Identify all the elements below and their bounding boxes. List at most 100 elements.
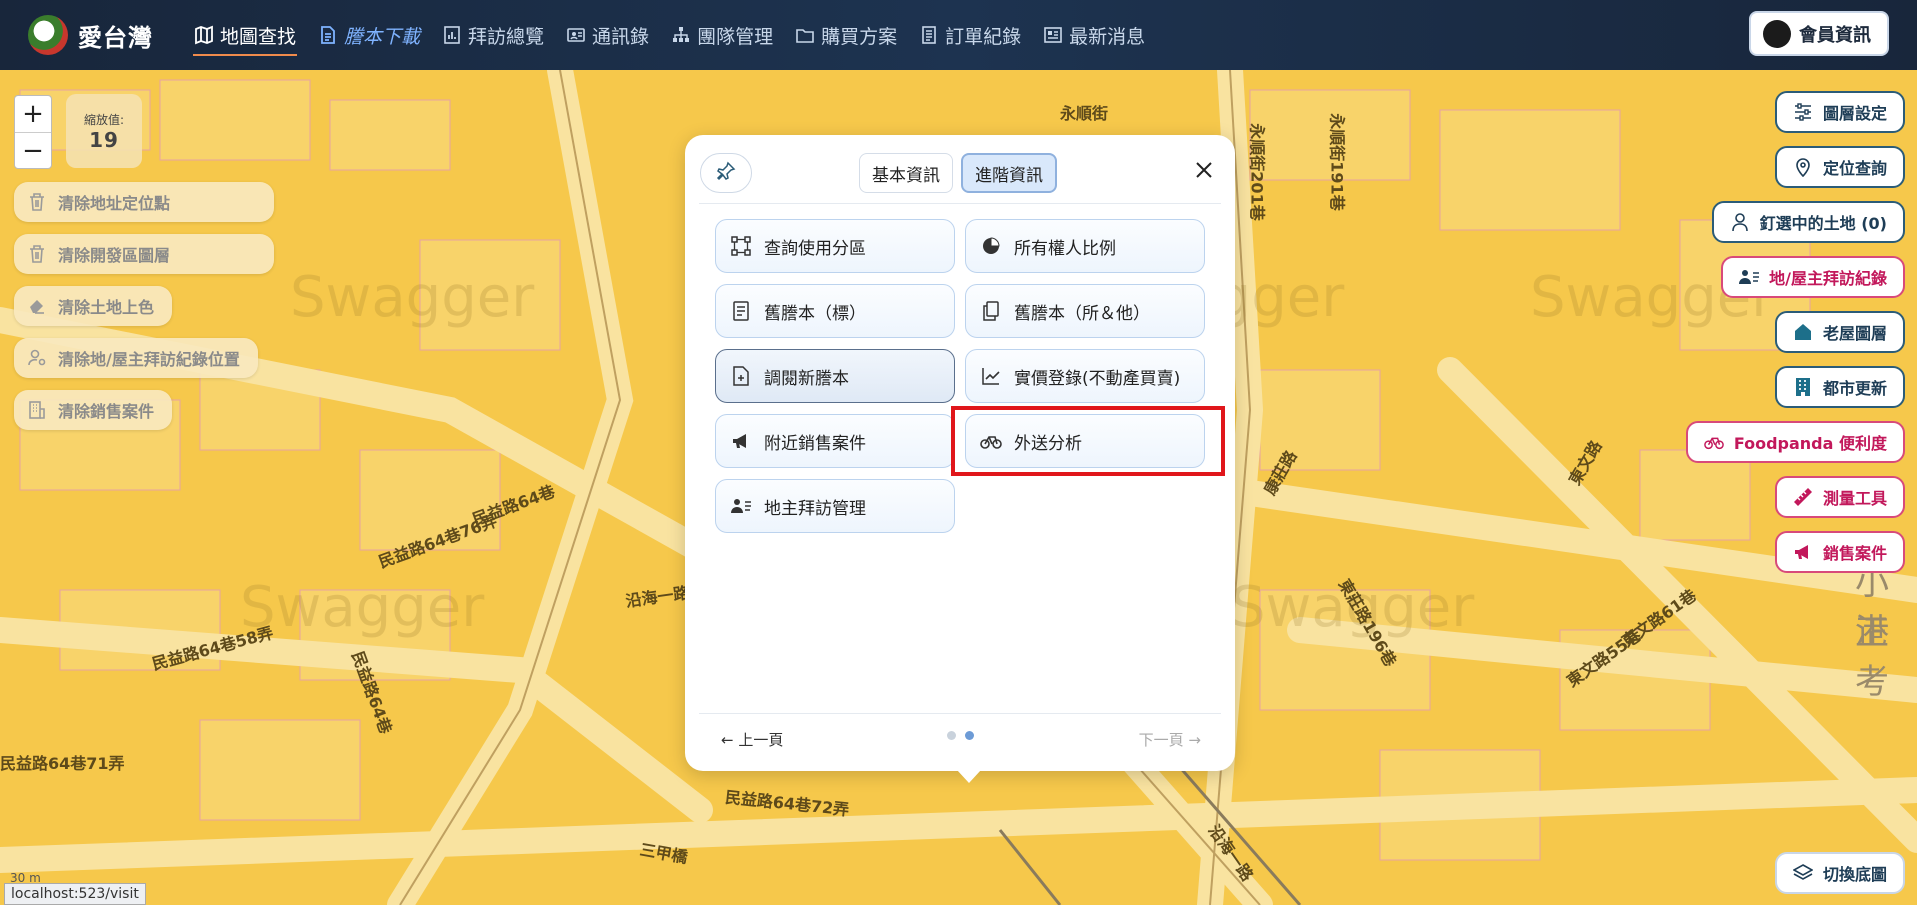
- pinned-land-button[interactable]: 釘選中的土地 (0): [1711, 201, 1905, 243]
- page-dot-active[interactable]: [965, 731, 974, 740]
- right-btn-label: 釘選中的土地 (0): [1759, 214, 1887, 233]
- prev-page-button[interactable]: ← 上一頁: [721, 729, 783, 750]
- left-btn-label: 清除開發區圖層: [58, 246, 171, 265]
- org-chart-icon: [671, 25, 691, 45]
- right-btn-label: Foodpanda 便利度: [1733, 434, 1887, 453]
- brand-name: 愛台灣: [78, 23, 153, 52]
- nav-transcript-download[interactable]: 謄本下載: [307, 0, 431, 70]
- nav-purchase-plans[interactable]: 購買方案: [784, 0, 908, 70]
- road-label: 永順街201巷: [1247, 123, 1267, 221]
- road-label: 永順街191巷: [1327, 113, 1347, 211]
- member-label: 會員資訊: [1799, 24, 1871, 46]
- sales-cases-button[interactable]: 銷售案件: [1774, 531, 1905, 573]
- clear-land-color-button[interactable]: 清除土地上色: [14, 286, 173, 326]
- old-transcript-title-button[interactable]: 舊謄本（標）: [715, 284, 955, 338]
- close-button[interactable]: [1189, 157, 1219, 187]
- menu-btn-label: 舊謄本（所＆他）: [1014, 303, 1150, 324]
- foodpanda-convenience-button[interactable]: Foodpanda 便利度: [1685, 421, 1905, 463]
- bicycle-icon: [1703, 432, 1724, 452]
- right-btn-label: 老屋圖層: [1822, 324, 1887, 343]
- nav-team-management[interactable]: 團隊管理: [660, 0, 784, 70]
- landowner-visit-management-button[interactable]: 地主拜訪管理: [715, 479, 955, 533]
- top-navbar: 愛台灣 地圖查找 謄本下載 拜訪總覽 通訊錄 團隊管理 購買方案 訂單紀錄 最新…: [0, 0, 1917, 70]
- megaphone-icon: [1793, 542, 1813, 562]
- zoom-in-button[interactable]: +: [15, 96, 51, 132]
- newspaper-icon: [1043, 25, 1063, 45]
- old-house-layer-button[interactable]: 老屋圖層: [1774, 311, 1905, 353]
- brand-logo-icon: [28, 15, 68, 55]
- right-btn-label: 切換底圖: [1822, 865, 1887, 884]
- popup-tabs: 基本資訊 進階資訊: [859, 153, 1065, 193]
- zoom-control: + −: [14, 95, 52, 169]
- ownership-ratio-button[interactable]: 所有權人比例: [965, 219, 1205, 273]
- folder-icon: [795, 25, 815, 45]
- pin-button[interactable]: [700, 153, 752, 193]
- switch-basemap-button[interactable]: 切換底圖: [1774, 852, 1905, 894]
- left-btn-label: 清除銷售案件: [58, 402, 155, 421]
- page-dot[interactable]: [947, 731, 956, 740]
- clear-address-pin-button[interactable]: 清除地址定位點: [14, 182, 274, 222]
- scan-icon: [730, 235, 752, 257]
- zoom-out-button[interactable]: −: [15, 132, 51, 168]
- status-url-bar: localhost:523/visit: [4, 883, 146, 905]
- right-btn-label: 銷售案件: [1822, 544, 1887, 563]
- request-new-transcript-button[interactable]: 調閱新謄本: [715, 349, 955, 403]
- clear-development-layer-button[interactable]: 清除開發區圖層: [14, 234, 274, 274]
- building-icon: [26, 399, 48, 421]
- brand[interactable]: 愛台灣: [28, 15, 153, 55]
- zoom-level-label: 縮放值:: [83, 112, 125, 127]
- right-btn-label: 都市更新: [1822, 379, 1887, 398]
- layers-icon: [1792, 863, 1813, 883]
- nav-map-search[interactable]: 地圖查找: [183, 0, 307, 70]
- layer-settings-button[interactable]: 圖層設定: [1774, 91, 1905, 133]
- nav-label: 通訊錄: [592, 25, 650, 48]
- nav-order-history[interactable]: 訂單紀錄: [908, 0, 1032, 70]
- clear-visit-record-location-button[interactable]: 清除地/屋主拜訪紀錄位置: [14, 338, 258, 378]
- query-zoning-button[interactable]: 查詢使用分區: [715, 219, 955, 273]
- nav-latest-news[interactable]: 最新消息: [1032, 0, 1156, 70]
- zoom-level-value: 19: [89, 127, 119, 152]
- trash-icon: [26, 191, 48, 213]
- pin-icon: [716, 161, 736, 185]
- megaphone-icon: [730, 430, 752, 452]
- tab-basic-info[interactable]: 基本資訊: [859, 153, 953, 193]
- nav-label: 拜訪總覽: [468, 25, 545, 48]
- menu-btn-label: 地主拜訪管理: [764, 498, 866, 519]
- nav-label: 謄本下載: [344, 25, 421, 48]
- location-query-button[interactable]: 定位查詢: [1774, 146, 1905, 188]
- map-scale-bar: 30 m: [10, 871, 41, 885]
- nav-label: 地圖查找: [220, 25, 297, 48]
- road-label: 民益路64巷71弄: [0, 754, 125, 773]
- menu-btn-label: 查詢使用分區: [764, 238, 866, 259]
- right-btn-label: 測量工具: [1822, 489, 1887, 508]
- building-icon: [1793, 377, 1813, 397]
- nav-visit-overview[interactable]: 拜訪總覽: [431, 0, 555, 70]
- right-btn-label: 定位查詢: [1822, 159, 1887, 178]
- bar-chart-icon: [442, 25, 462, 45]
- old-transcript-owner-button[interactable]: 舊謄本（所＆他）: [965, 284, 1205, 338]
- line-chart-icon: [980, 365, 1002, 387]
- urban-renewal-button[interactable]: 都市更新: [1774, 366, 1905, 408]
- zoom-level-display: 縮放值: 19: [66, 94, 142, 168]
- map-watermark: Swagger: [290, 265, 535, 330]
- next-page-button[interactable]: 下一頁 →: [1139, 729, 1201, 750]
- map-icon: [194, 25, 214, 45]
- user-pin-icon: [1730, 212, 1750, 232]
- tab-advanced-info[interactable]: 進階資訊: [961, 153, 1057, 193]
- nav-contacts[interactable]: 通訊錄: [555, 0, 660, 70]
- user-location-icon: [26, 347, 48, 369]
- nav-label: 購買方案: [821, 25, 898, 48]
- map-edge-text: 正考: [1855, 613, 1889, 702]
- menu-btn-label: 調閱新謄本: [764, 368, 849, 389]
- owner-visit-record-button[interactable]: 地/屋主拜訪紀錄: [1721, 256, 1905, 298]
- menu-btn-label: 附近銷售案件: [764, 433, 866, 454]
- menu-btn-label: 實價登錄(不動產買賣): [1014, 368, 1181, 389]
- right-btn-label: 地/屋主拜訪紀錄: [1769, 269, 1887, 288]
- member-info-button[interactable]: 會員資訊: [1749, 11, 1889, 56]
- measure-tool-button[interactable]: 測量工具: [1774, 476, 1905, 518]
- user-list-icon: [1739, 267, 1760, 287]
- sliders-icon: [1793, 102, 1813, 122]
- clear-sales-cases-button[interactable]: 清除銷售案件: [14, 390, 173, 430]
- actual-price-registration-button[interactable]: 實價登錄(不動產買賣): [965, 349, 1205, 403]
- nearby-sales-button[interactable]: 附近銷售案件: [715, 414, 955, 468]
